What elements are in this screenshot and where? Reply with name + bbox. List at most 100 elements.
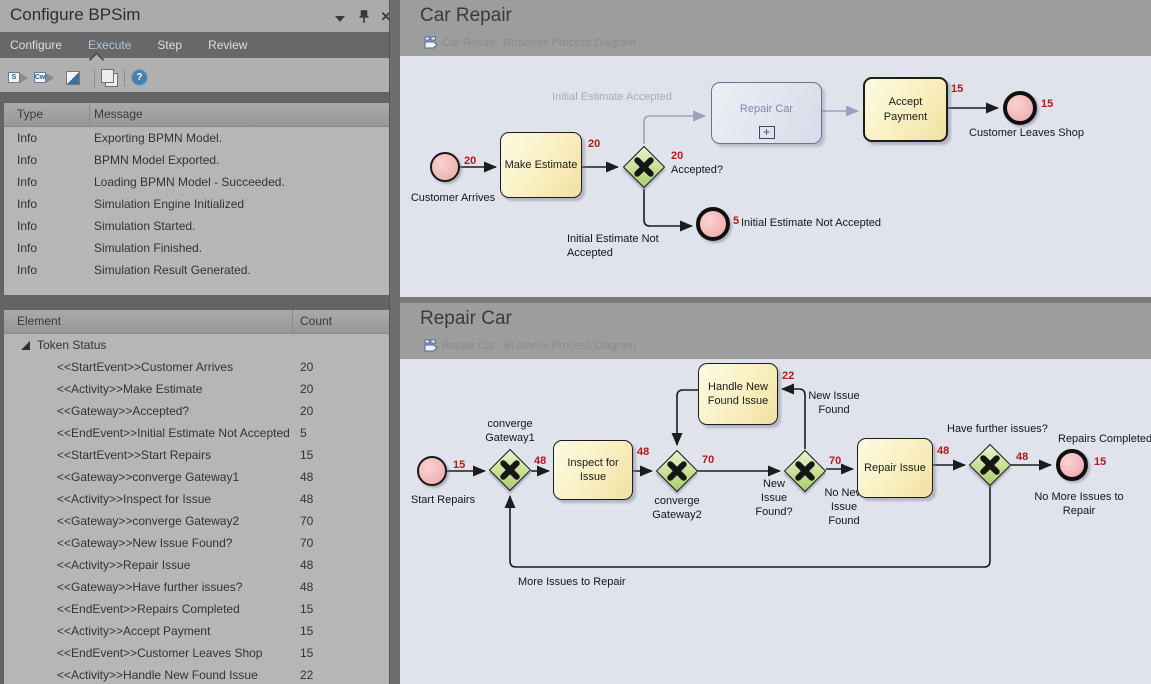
start-event-customer-arrives[interactable] [430,152,460,182]
task-inspect-for-issue[interactable]: Inspect for Issue [553,440,633,500]
gateway-converge-gateway1[interactable] [489,449,531,491]
tab-configure[interactable]: Configure [10,38,62,52]
subprocess-expand-icon[interactable] [759,126,775,139]
token-row[interactable]: <<Activity>>Repair Issue48 [4,554,389,576]
token-element: <<StartEvent>>Customer Arrives [57,360,233,374]
converge-gateway2-label: converge Gateway2 [646,495,708,523]
token-row[interactable]: <<EndEvent>>Repairs Completed 15 [4,598,389,620]
run-s-icon: S [8,72,20,83]
tab-execute[interactable]: Execute [88,38,131,52]
token-row[interactable]: <<EndEvent>>Customer Leaves Shop15 [4,642,389,664]
token-row[interactable]: <<Gateway>>New Issue Found?70 [4,532,389,554]
start-repairs-label: Start Repairs [400,494,491,508]
log-type: Info [17,219,37,233]
token-row[interactable]: <<StartEvent>>Customer Arrives20 [4,356,389,378]
task-accept-payment[interactable]: Accept Payment [863,77,948,142]
token-count: 48 [300,492,313,506]
token-row[interactable]: <<Activity>>Handle New Found Issue 22 [4,664,389,684]
token-element: <<Activity>>Accept Payment [57,624,210,638]
log-row[interactable]: Info Simulation Started. [4,215,389,237]
car-repair-title: Car Repair [420,5,512,27]
pin-icon[interactable] [356,9,372,25]
expanded-tree-icon[interactable] [21,341,30,350]
column-message[interactable]: Message [94,107,143,121]
log-row[interactable]: InfoSimulation Engine Initialized [4,193,389,215]
end-event-repairs-completed[interactable] [1056,449,1088,481]
token-count-badge: 48 [534,455,546,467]
run-cw-simulation-button[interactable]: Cw [34,70,54,86]
task-make-estimate[interactable]: Make Estimate [500,132,582,198]
token-count-badge: 20 [671,150,683,162]
repair-car-header: Repair Car Repair Car. Business Process … [400,303,1151,359]
customer-leaves-shop-label: Customer Leaves Shop [969,127,1071,141]
token-group-label: Token Status [37,338,106,352]
log-message: Simulation Started. [94,219,195,233]
repair-car-subtitle: Repair Car. Business Process Diagram [424,339,636,352]
run-simulation-button[interactable]: S [8,70,28,86]
window-dropdown-icon[interactable] [332,9,348,25]
log-message: Simulation Finished. [94,241,202,255]
log-row[interactable]: InfoLoading BPMN Model - Succeeded. [4,171,389,193]
car-repair-diagram[interactable]: Customer Arrives 20 Make Estimate 20 20 … [400,56,1151,297]
token-group-row[interactable]: Token Status [4,334,389,356]
column-element[interactable]: Element [17,314,61,328]
play-arrow-icon [46,73,54,83]
start-event-start-repairs[interactable] [417,456,447,486]
task-repair-issue[interactable]: Repair Issue [857,438,933,498]
column-count[interactable]: Count [300,314,332,328]
token-element: <<Gateway>>Have further issues? [57,580,242,594]
token-element: <<Activity>>Inspect for Issue [57,492,211,506]
token-count: 15 [300,602,313,616]
token-element: <<Gateway>>New Issue Found? [57,536,232,550]
initial-estimate-not-accepted-label: Initial Estimate Not Accepted [741,217,881,231]
token-row[interactable]: <<Activity>>Inspect for Issue 48 [4,488,389,510]
help-button[interactable]: ? [131,69,148,86]
token-status-table: Element Count Token Status <<StartEvent>… [4,310,389,684]
play-arrow-icon [20,73,28,83]
token-row[interactable]: <<Gateway>>converge Gateway148 [4,466,389,488]
stop-simulation-button[interactable] [66,71,80,85]
repair-car-subtitle-text: Repair Car. Business Process Diagram [442,340,636,352]
repair-car-diagram[interactable]: Start Repairs 15 converge Gateway1 48 In… [400,359,1151,684]
token-count-badge: 48 [637,446,649,458]
subprocess-repair-car[interactable]: Repair Car [711,82,822,144]
gateway-converge-gateway2[interactable] [656,450,698,492]
repair-car-title: Repair Car [420,308,512,330]
column-type[interactable]: Type [17,107,43,121]
token-row[interactable]: <<Activity>>Accept Payment 15 [4,620,389,642]
token-count-badge: 15 [951,83,963,95]
token-row[interactable]: <<Gateway>>converge Gateway270 [4,510,389,532]
log-row[interactable]: InfoBPMN Model Exported. [4,149,389,171]
log-row[interactable]: InfoSimulation Result Generated. [4,259,389,281]
token-count-badge: 15 [453,459,465,471]
task-handle-new-found-issue[interactable]: Handle New Found Issue [698,363,778,425]
gateway-accepted[interactable] [623,146,665,188]
end-event-customer-leaves-shop[interactable] [1003,91,1037,125]
token-count: 15 [300,624,313,638]
token-count: 70 [300,514,313,528]
token-count-badge: 48 [937,445,949,457]
token-count: 22 [300,668,313,682]
token-row[interactable]: <<Activity>>Make Estimate20 [4,378,389,400]
log-row[interactable]: InfoExporting BPMN Model. [4,127,389,149]
have-further-issues-label: Have further issues? [947,423,1048,437]
copy-results-button[interactable] [101,69,118,86]
tab-review[interactable]: Review [208,38,247,52]
token-count-badge: 20 [464,155,476,167]
panel-titlebar: Configure BPSim ✕ [0,0,389,32]
gateway-have-further-issues[interactable] [969,444,1011,486]
token-count-badge: 20 [588,138,600,150]
token-row[interactable]: <<Gateway>>Have further issues?48 [4,576,389,598]
accepted-gateway-label: Accepted? [671,164,723,178]
log-row[interactable]: InfoSimulation Finished. [4,237,389,259]
token-element: <<Gateway>>converge Gateway1 [57,470,239,484]
token-row[interactable]: <<StartEvent>>Start Repairs15 [4,444,389,466]
token-row[interactable]: <<Gateway>>Accepted?20 [4,400,389,422]
token-row[interactable]: <<EndEvent>>Initial Estimate Not Accepte… [4,422,389,444]
tab-step[interactable]: Step [157,38,182,52]
token-count: 48 [300,558,313,572]
log-type: Info [17,131,37,145]
end-event-initial-estimate-not-accepted[interactable] [696,207,730,241]
token-element: <<EndEvent>>Repairs Completed [57,602,240,616]
token-element: <<Activity>>Handle New Found Issue [57,668,258,682]
